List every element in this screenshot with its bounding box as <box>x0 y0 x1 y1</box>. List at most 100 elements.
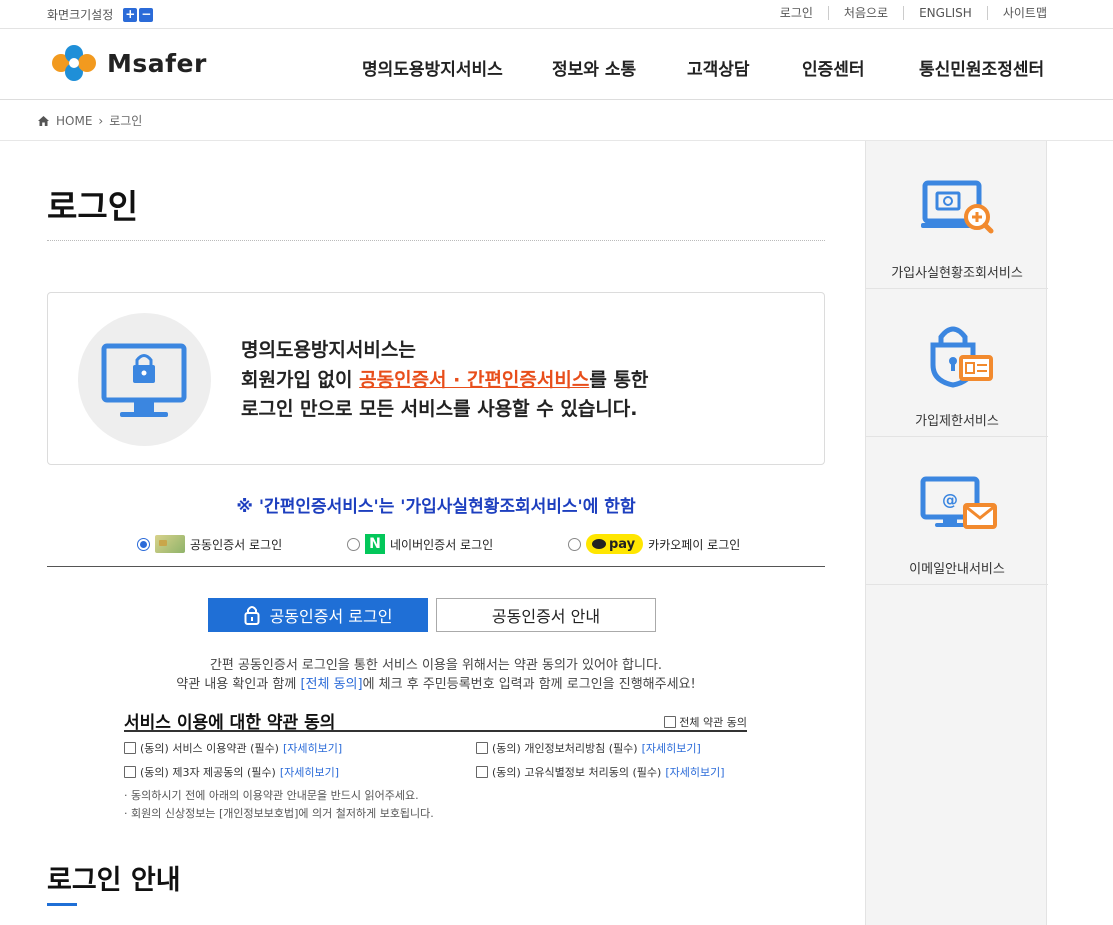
quick-item-email-notice[interactable]: @ 이메일안내서비스 <box>866 437 1048 585</box>
terms-privacy-detail-link[interactable]: [자세히보기] <box>642 740 701 756</box>
info-line-1: 명의도용방지서비스는 <box>241 339 416 361</box>
msafer-logo-icon <box>52 45 96 81</box>
terms-agreement: 서비스 이용에 대한 약관 동의 전체 약관 동의 (동의) 서비스 이용약관 … <box>124 706 747 820</box>
info-highlight: 공동인증서 · 간편인증서비스 <box>359 368 590 391</box>
chevron-right-icon: › <box>98 113 104 128</box>
font-increase-button[interactable]: + <box>123 7 138 22</box>
quick-item-subscription-lookup-label: 가입사실현황조회서비스 <box>891 266 1023 281</box>
login-link[interactable]: 로그인 <box>765 6 828 20</box>
terms-unique-id-detail-link[interactable]: [자세히보기] <box>665 764 724 780</box>
quick-item-subscription-limit-label: 가입제한서비스 <box>915 414 999 429</box>
radio-naver-login[interactable] <box>347 537 360 551</box>
info-line-2: 회원가입 없이 공동인증서 · 간편인증서비스를 통한 <box>241 366 648 396</box>
kakaopay-badge-text: pay <box>609 536 636 552</box>
logo-text: Msafer <box>107 48 207 78</box>
desc-line-2-post: 에 체크 후 주민등록번호 입력과 함께 로그인을 진행해주세요! <box>362 677 696 692</box>
svg-text:@: @ <box>942 490 958 509</box>
tab-cert-guide-label: 공동인증서 안내 <box>491 607 601 626</box>
radio-kakao-login[interactable] <box>568 537 581 551</box>
tab-cert-login[interactable]: 공동인증서 로그인 <box>208 598 428 632</box>
login-type-cert-label: 공동인증서 로그인 <box>190 537 283 552</box>
tab-cert-login-label: 공동인증서 로그인 <box>269 607 393 626</box>
quick-item-subscription-lookup[interactable]: 가입사실현황조회서비스 <box>866 141 1048 289</box>
desc-line-2-pre: 약관 내용 확인과 함께 <box>176 677 301 692</box>
section-divider <box>47 566 825 567</box>
sitemap-link[interactable]: 사이트맵 <box>986 6 1047 20</box>
simple-auth-notice: ※ '간편인증서비스'는 '가입사실현황조회서비스'에 한함 <box>236 497 636 517</box>
home-icon[interactable] <box>37 115 50 127</box>
quick-item-subscription-limit[interactable]: 가입제한서비스 <box>866 289 1048 437</box>
kakao-bubble-icon <box>592 539 606 549</box>
terms-item-privacy: (동의) 개인정보처리방침 (필수) [자세히보기] <box>476 740 701 756</box>
nav-item-customer-support[interactable]: 고객상담 <box>687 55 802 80</box>
info-line-3: 로그인 만으로 모든 서비스를 사용할 수 있습니다. <box>241 398 638 420</box>
breadcrumb: HOME › 로그인 <box>0 100 1113 141</box>
all-agree-checkbox[interactable] <box>664 716 677 728</box>
terms-item-service: (동의) 서비스 이용약관 (필수) [자세히보기] <box>124 740 342 756</box>
site-logo[interactable]: Msafer <box>47 43 207 83</box>
login-guide-title: 로그인 안내 <box>47 865 181 896</box>
monitor-search-icon <box>921 180 994 234</box>
title-divider <box>47 240 825 241</box>
tab-cert-guide[interactable]: 공동인증서 안내 <box>436 598 656 632</box>
terms-service-detail-link[interactable]: [자세히보기] <box>283 740 342 756</box>
nav-item-info-communication[interactable]: 정보와 소통 <box>552 55 687 80</box>
utility-bar: 화면크기설정 + − 로그인 처음으로 ENGLISH 사이트맵 <box>0 0 1113 29</box>
terms-privacy-checkbox[interactable] <box>476 742 488 754</box>
terms-note-1: · 동의하시기 전에 아래의 이용약관 안내문을 반드시 읽어주세요. <box>124 789 419 802</box>
font-decrease-button[interactable]: − <box>139 7 154 22</box>
quick-menu: 가입사실현황조회서비스 가입제한서비스 @ 이메일안내서비스 <box>865 141 1048 925</box>
terms-service-label: (동의) 서비스 이용약관 (필수) <box>140 742 279 755</box>
terms-item-third-party: (동의) 제3자 제공동의 (필수) [자세히보기] <box>124 764 339 780</box>
terms-third-party-label: (동의) 제3자 제공동의 (필수) <box>140 766 276 779</box>
info-text: 명의도용방지서비스는 회원가입 없이 공동인증서 · 간편인증서비스를 통한 로… <box>241 336 648 425</box>
radio-cert-login[interactable] <box>137 537 150 551</box>
all-agree-option[interactable]: 전체 약관 동의 <box>664 714 747 730</box>
all-agree-label: 전체 약관 동의 <box>679 716 747 729</box>
info-line-2-post: 를 통한 <box>589 368 649 391</box>
certificate-card-icon <box>155 535 185 553</box>
terms-title: 서비스 이용에 대한 약관 동의 <box>124 713 336 733</box>
naver-logo-icon: N <box>365 534 385 554</box>
breadcrumb-home[interactable]: HOME <box>56 114 92 128</box>
desc-line-1: 간편 공동인증서 로그인을 통한 서비스 이용을 위해서는 약관 동의가 있어야… <box>209 658 663 673</box>
terms-third-party-checkbox[interactable] <box>124 766 136 778</box>
title-accent-bar <box>47 903 77 906</box>
terms-third-party-detail-link[interactable]: [자세히보기] <box>280 764 339 780</box>
terms-note-2: · 회원의 신상정보는 [개인정보보호법]에 의거 철저하게 보호됩니다. <box>124 807 434 820</box>
nav-item-dispute-center[interactable]: 통신민원조정센터 <box>919 55 1044 80</box>
home-link[interactable]: 처음으로 <box>827 6 903 20</box>
english-link[interactable]: ENGLISH <box>903 6 987 20</box>
login-type-selector: 공동인증서 로그인 N 네이버인증서 로그인 pay 카카오페이 로그인 <box>137 533 777 555</box>
login-type-naver-label: 네이버인증서 로그인 <box>390 537 494 552</box>
all-agree-reference: [전체 동의] <box>300 677 363 692</box>
info-box: 명의도용방지서비스는 회원가입 없이 공동인증서 · 간편인증서비스를 통한 로… <box>47 292 825 465</box>
breadcrumb-current: 로그인 <box>109 114 143 128</box>
page-title: 로그인 <box>47 187 139 226</box>
lock-card-icon <box>930 326 993 388</box>
info-line-2-pre: 회원가입 없이 <box>241 368 360 391</box>
desc-line-2: 약관 내용 확인과 함께 [전체 동의]에 체크 후 주민등록번호 입력과 함께… <box>0 675 872 694</box>
nav-item-identity-protection[interactable]: 명의도용방지서비스 <box>362 55 552 80</box>
terms-item-unique-id: (동의) 고유식별정보 처리동의 (필수) [자세히보기] <box>476 764 725 780</box>
site-header: Msafer 명의도용방지서비스 정보와 소통 고객상담 인증센터 통신민원조정… <box>0 29 1113 100</box>
quick-item-email-notice-label: 이메일안내서비스 <box>909 562 1005 577</box>
terms-privacy-label: (동의) 개인정보처리방침 (필수) <box>492 742 638 755</box>
terms-service-checkbox[interactable] <box>124 742 136 754</box>
main-navigation: 명의도용방지서비스 정보와 소통 고객상담 인증센터 통신민원조정센터 <box>362 55 1044 80</box>
font-size-control: 화면크기설정 + − <box>47 6 154 23</box>
utility-links: 로그인 처음으로 ENGLISH 사이트맵 <box>765 6 1047 20</box>
info-illustration <box>78 313 211 446</box>
login-type-cert[interactable]: 공동인증서 로그인 <box>137 533 282 555</box>
terms-unique-id-label: (동의) 고유식별정보 처리동의 (필수) <box>492 766 662 779</box>
terms-unique-id-checkbox[interactable] <box>476 766 488 778</box>
terms-header: 서비스 이용에 대한 약관 동의 전체 약관 동의 <box>124 706 747 733</box>
monitor-lock-icon <box>101 343 187 417</box>
login-description: 간편 공동인증서 로그인을 통한 서비스 이용을 위해서는 약관 동의가 있어야… <box>0 656 872 694</box>
font-size-label: 화면크기설정 <box>47 8 114 22</box>
nav-item-auth-center[interactable]: 인증센터 <box>802 55 919 80</box>
login-type-kakao-label: 카카오페이 로그인 <box>648 537 741 552</box>
login-type-naver[interactable]: N 네이버인증서 로그인 <box>347 533 493 555</box>
monitor-mail-icon: @ <box>920 476 997 529</box>
login-type-kakao[interactable]: pay 카카오페이 로그인 <box>568 533 740 555</box>
